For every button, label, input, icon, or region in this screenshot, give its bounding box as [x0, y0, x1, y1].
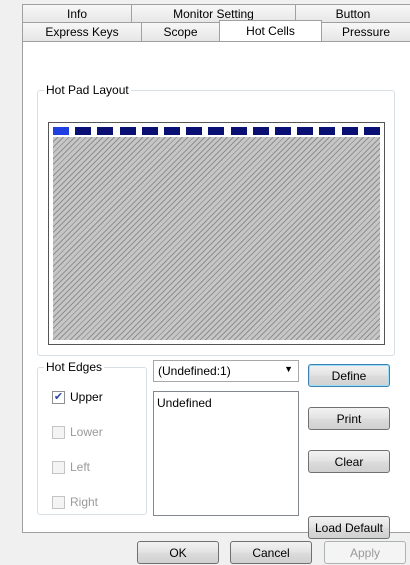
hot-cell[interactable]: [119, 127, 136, 135]
left-label: Left: [70, 460, 91, 474]
lower-label: Lower: [70, 425, 103, 439]
hot-edges-group: Hot Edges ✔ Upper Lower Left Right: [37, 360, 147, 515]
hot-pad-layout-group: Hot Pad Layout: [37, 83, 395, 356]
hot-cell[interactable]: [186, 127, 203, 135]
hot-cell[interactable]: [97, 127, 114, 135]
ok-button[interactable]: OK: [137, 541, 219, 564]
left-check-icon: [52, 460, 65, 474]
clear-button[interactable]: Clear: [308, 450, 390, 473]
right-checkbox[interactable]: Right: [52, 495, 98, 509]
right-label: Right: [70, 495, 99, 509]
hot-cell-strip: [53, 127, 380, 135]
right-check-icon: [52, 495, 65, 509]
chevron-down-icon: ▼: [284, 364, 293, 374]
hot-cell[interactable]: [341, 127, 358, 135]
hot-edges-legend: Hot Edges: [44, 360, 105, 374]
tab-scope[interactable]: Scope: [141, 22, 220, 41]
cell-select-value: (Undefined:1): [158, 364, 231, 378]
tab-pressure[interactable]: Pressure: [321, 22, 410, 41]
tab-hot-cells[interactable]: Hot Cells: [219, 20, 322, 41]
cancel-button[interactable]: Cancel: [230, 541, 312, 564]
hot-cell[interactable]: [252, 127, 269, 135]
hot-cell[interactable]: [275, 127, 292, 135]
hot-cell[interactable]: [363, 127, 380, 135]
hot-cell[interactable]: [141, 127, 158, 135]
hot-cell[interactable]: [230, 127, 247, 135]
hot-cell[interactable]: [208, 127, 225, 135]
print-button[interactable]: Print: [308, 407, 390, 430]
hot-pad-canvas[interactable]: [48, 122, 385, 345]
hot-cell[interactable]: [297, 127, 314, 135]
hot-cells-panel: Hot Pad Layout Hot Edges ✔ Upper Lower L…: [22, 41, 410, 533]
tab-row-lower: Express Keys Scope Hot Cells Pressure: [22, 20, 410, 41]
hot-cell[interactable]: [53, 127, 69, 135]
hot-pad-layout-legend: Hot Pad Layout: [44, 83, 131, 97]
pad-hatched-area: [53, 137, 380, 340]
upper-label: Upper: [70, 390, 103, 404]
lower-check-icon: [52, 425, 65, 439]
load-default-button-visible[interactable]: Load Default: [308, 516, 390, 539]
tab-express-keys[interactable]: Express Keys: [22, 22, 142, 41]
function-list[interactable]: Undefined: [153, 391, 299, 516]
define-button[interactable]: Define: [308, 364, 390, 387]
hot-cell[interactable]: [75, 127, 92, 135]
apply-button[interactable]: Apply: [324, 541, 406, 564]
hot-cell[interactable]: [319, 127, 336, 135]
tab-info[interactable]: Info: [22, 4, 132, 23]
left-checkbox[interactable]: Left: [52, 460, 90, 474]
hot-cell[interactable]: [164, 127, 181, 135]
upper-checkbox[interactable]: ✔ Upper: [52, 390, 103, 404]
list-item[interactable]: Undefined: [154, 392, 298, 410]
upper-check-icon: ✔: [52, 390, 65, 404]
tab-row-upper: Info Monitor Setting Button: [22, 4, 410, 23]
lower-checkbox[interactable]: Lower: [52, 425, 103, 439]
cell-select-dropdown[interactable]: (Undefined:1) ▼: [153, 360, 299, 382]
